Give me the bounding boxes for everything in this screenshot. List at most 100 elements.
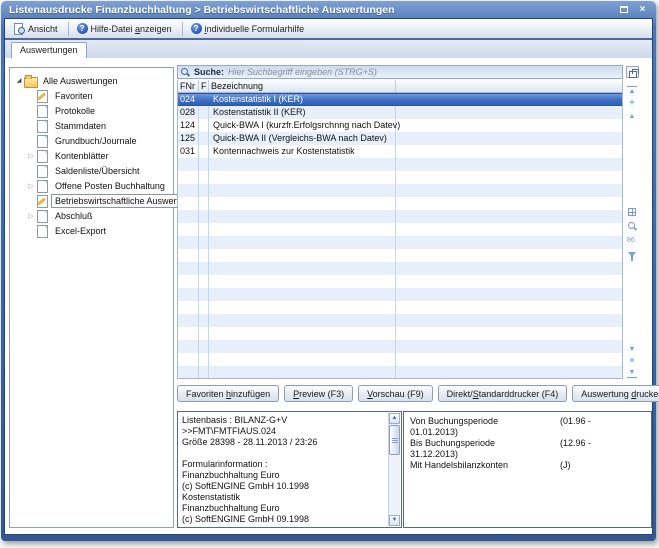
scroll-up-icon[interactable]: ▲ [627,113,637,120]
scroll-down-icon[interactable]: ▼ [627,346,637,353]
empty-row[interactable] [178,366,622,379]
empty-row[interactable] [178,210,622,223]
empty-row[interactable] [178,353,622,366]
column-header-bezeichnung[interactable]: Bezeichnung [209,80,396,92]
auswertungen-grid: FNr F Bezeichnung 024Kostenstatistik I (… [177,80,623,379]
empty-row[interactable] [178,314,622,327]
tree-item-alle-auswertungen[interactable]: ◢ Alle Auswertungen [10,73,173,88]
page-icon [36,165,48,177]
empty-row[interactable] [178,262,622,275]
table-row[interactable]: 124Quick-BWA I (kurzfr.Erfolgsrchnng nac… [178,119,622,132]
param-value-wrap: 31.12.2013) [410,449,645,460]
titlebar[interactable]: Listenausdrucke Finanzbuchhaltung > Betr… [4,1,653,18]
buchungsperiode-panel: Von Buchungsperiode (01.96 - 01.01.2013)… [403,411,652,528]
param-value: (12.96 - [560,438,591,449]
tree-item-abschluss[interactable]: ▷ Abschluß [10,208,173,223]
formular-info-panel: Listenbasis : BILANZ-G+V >>FMT\FMTFIAUS.… [177,411,402,528]
filter-icon[interactable] [628,252,636,257]
table-row[interactable]: 028Kostenstatistik II (KER) [178,106,622,119]
empty-row[interactable] [178,249,622,262]
empty-row[interactable] [178,301,622,314]
expander-closed-icon[interactable]: ▷ [26,212,36,220]
tree-item-excel-export[interactable]: Excel-Export [10,223,173,238]
window-controls: × [616,3,650,16]
expander-closed-icon[interactable]: ▷ [26,182,36,190]
favoriten-hinzufuegen-button[interactable]: Favoriten hinzufügen [177,385,279,402]
detach-window-button[interactable] [626,66,639,78]
param-label: Bis Buchungsperiode [410,438,560,449]
badge-86-icon[interactable]: 86 [627,237,635,244]
tree-item-protokolle[interactable]: Protokolle [10,103,173,118]
page-edit-icon [36,195,48,207]
toolbar-separator [68,22,69,36]
hilfe-datei-label: Hilfe-Datei anzeigen [91,24,172,34]
column-header-fnr[interactable]: FNr [178,80,199,92]
empty-row[interactable] [178,236,622,249]
expander-closed-icon[interactable]: ▷ [26,152,36,160]
grid-side-toolbar: ▲ + ▲ 86 ▼ + ▼ [625,80,641,379]
scrollbar-thumb[interactable] [389,425,400,455]
tab-auswertungen[interactable]: Auswertungen [11,42,87,58]
grid-view-icon[interactable] [628,208,636,216]
page-icon [36,150,48,162]
scroll-to-top-icon[interactable]: ▲ [627,86,637,95]
param-row: Bis Buchungsperiode (12.96 - [410,438,645,449]
info-line: (c) SoftENGINE GmbH 09.1998 [182,514,385,525]
tree-item-grundbuch-journale[interactable]: Grundbuch/Journale [10,133,173,148]
grid-header[interactable]: FNr F Bezeichnung [178,80,622,93]
restore-window-button[interactable] [616,3,631,16]
close-window-button[interactable]: × [635,3,650,16]
info-line [182,448,385,459]
grid-body: 024Kostenstatistik I (KER) 028Kostenstat… [178,93,622,379]
empty-row[interactable] [178,340,622,353]
window-title: Listenausdrucke Finanzbuchhaltung > Betr… [9,4,616,16]
hilfe-datei-button[interactable]: ? Hilfe-Datei anzeigen [72,20,179,37]
table-row[interactable]: 125Quick-BWA II (Vergleichs-BWA nach Dat… [178,132,622,145]
ansicht-button[interactable]: Ansicht [8,20,65,38]
vorschau-button[interactable]: Vorschau (F9) [358,385,433,402]
scroll-down-button[interactable]: ▼ [389,515,400,526]
scroll-to-bottom-icon[interactable]: ▼ [627,369,637,378]
empty-row[interactable] [178,184,622,197]
main-content: ◢ Alle Auswertungen Favoriten Protokolle [5,58,652,534]
tree-item-kontenblaetter[interactable]: ▷ Kontenblätter [10,148,173,163]
info-line: >>FMT\FMTFIAUS.024 [182,426,385,437]
empty-row[interactable] [178,275,622,288]
info-line: Größe 28398 - 28.11.2013 / 23:26 [182,437,385,448]
page-edit-icon [36,90,48,102]
table-row[interactable]: 024Kostenstatistik I (KER) [178,93,622,106]
empty-row[interactable] [178,327,622,340]
tree-item-offene-posten[interactable]: ▷ Offene Posten Buchhaltung [10,178,173,193]
tree-item-label: Saldenliste/Übersicht [51,164,144,178]
view-icon [13,23,25,35]
scroll-up-button[interactable]: ▲ [389,413,400,424]
empty-row[interactable] [178,171,622,184]
param-label: Mit Handelsbilanzkonten [410,460,560,471]
expander-open-icon[interactable]: ◢ [14,77,24,84]
page-icon [36,135,48,147]
preview-button[interactable]: Preview (F3) [284,385,353,402]
param-value-wrap: 01.01.2013) [410,427,645,438]
table-row[interactable]: 031Kontennachweis zur Kostenstatistik [178,145,622,158]
empty-row[interactable] [178,288,622,301]
tree-item-favoriten[interactable]: Favoriten [10,88,173,103]
param-row: Von Buchungsperiode (01.96 - [410,416,645,427]
expand-plus-icon[interactable]: + [627,99,637,106]
page-icon [36,105,48,117]
tree-item-saldenliste[interactable]: Saldenliste/Übersicht [10,163,173,178]
tree-item-betriebswirtschaftliche-auswertungen[interactable]: Betriebswirtschaftliche Auswertungen [10,193,173,208]
search-zoom-icon[interactable] [628,222,637,231]
auswertungen-tree: ◢ Alle Auswertungen Favoriten Protokolle [9,67,174,528]
auswertung-drucken-button[interactable]: Auswertung drucken [572,385,659,402]
direkt-standarddrucker-button[interactable]: Direkt/Standarddrucker (F4) [438,385,568,402]
formularhilfe-button[interactable]: ? individuelle Formularhilfe [186,20,312,37]
info-scrollbar[interactable]: ▲ ▼ [388,413,400,526]
empty-row[interactable] [178,223,622,236]
empty-row[interactable] [178,197,622,210]
param-value: (01.96 - [560,416,591,427]
column-header-f[interactable]: F [199,80,209,92]
expand-plus-icon[interactable]: + [627,357,637,364]
empty-row[interactable] [178,158,622,171]
search-input[interactable] [228,67,622,77]
tree-item-stammdaten[interactable]: Stammdaten [10,118,173,133]
